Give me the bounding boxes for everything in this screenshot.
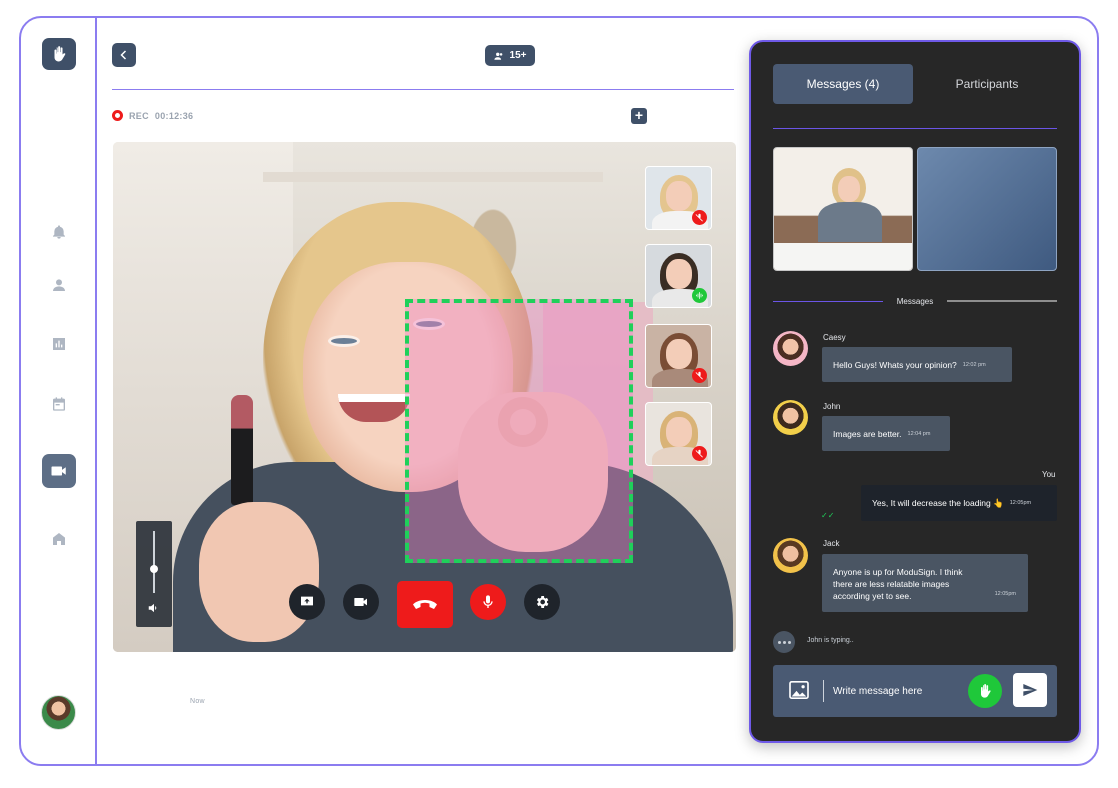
main-content: 15+ REC 00:12:36 + Now: [99, 18, 739, 764]
message-text: Yes, It will decrease the loading 👆: [872, 497, 1004, 508]
participant-face: [666, 417, 692, 447]
shared-image-preview[interactable]: [773, 147, 913, 271]
end-call-icon: [413, 599, 437, 609]
separator-line: [773, 300, 883, 302]
calendar-icon[interactable]: [48, 393, 70, 415]
mic-off-icon: [692, 210, 707, 225]
chart-icon[interactable]: [48, 333, 70, 355]
message-input[interactable]: [833, 679, 963, 703]
participants-count: 15+: [509, 50, 527, 61]
speaker-hand-left: [199, 502, 319, 642]
recording-indicator: REC 00:12:36: [112, 110, 193, 121]
bell-icon[interactable]: [48, 221, 70, 243]
hand-logo-icon: [981, 684, 991, 698]
participant-thumbnail[interactable]: [645, 166, 712, 230]
people-icon: [493, 52, 502, 60]
participant-face: [666, 181, 692, 211]
avatar[interactable]: [41, 695, 76, 730]
mic-off-icon: [692, 368, 707, 383]
message-bubble: Hello Guys! Whats your opinion? 12:02 pm: [822, 347, 1012, 382]
chat-panel: Messages (4) Participants Messages Caesy…: [749, 40, 1081, 743]
image-icon[interactable]: [789, 681, 809, 699]
settings-icon: [536, 596, 549, 608]
shared-image-placeholder[interactable]: [917, 147, 1057, 271]
camera-icon: [354, 598, 367, 606]
avatar[interactable]: [773, 331, 808, 366]
tab-messages[interactable]: Messages (4): [773, 64, 913, 104]
send-button[interactable]: [1013, 673, 1047, 707]
preview-face: [838, 176, 860, 202]
plus-icon[interactable]: +: [631, 108, 647, 124]
participants-count-badge[interactable]: 15+: [485, 45, 535, 66]
preview-desk: [774, 243, 912, 270]
back-button[interactable]: [112, 43, 136, 67]
hand-gesture-button[interactable]: [968, 674, 1002, 708]
volume-track: [153, 531, 155, 593]
participant-face: [666, 259, 692, 289]
record-dot-icon: [112, 110, 123, 121]
message-sender: Caesy: [823, 333, 846, 342]
composer-divider: [823, 680, 824, 702]
header-divider: [112, 89, 734, 90]
avatar[interactable]: [773, 400, 808, 435]
camera-button[interactable]: [343, 584, 379, 620]
tab-participants[interactable]: Participants: [917, 64, 1057, 104]
participant-thumbnail[interactable]: [645, 244, 712, 308]
read-receipt-icon: ✓✓: [821, 511, 835, 520]
volume-icon: [148, 603, 157, 613]
share-screen-icon: [301, 596, 313, 606]
separator-line: [947, 300, 1057, 302]
end-call-button[interactable]: [397, 581, 453, 628]
lipstick-image: [231, 395, 253, 505]
home-icon[interactable]: [48, 528, 70, 550]
message-bubble: Images are better. 12:04 pm: [822, 416, 950, 451]
message-bubble-own: Yes, It will decrease the loading 👆 12:0…: [861, 485, 1057, 521]
chevron-left-icon: [120, 50, 127, 60]
rec-label: REC: [129, 110, 149, 121]
gesture-detection-box: [405, 299, 633, 563]
timestamp-now: Now: [190, 698, 205, 705]
settings-button[interactable]: [524, 584, 560, 620]
typing-indicator-icon: [773, 631, 795, 653]
volume-knob[interactable]: [150, 565, 158, 573]
rec-time: 00:12:36: [154, 110, 194, 121]
mic-off-icon: [692, 446, 707, 461]
sound-wave-icon: [692, 288, 707, 303]
typing-indicator: John is typing..: [807, 637, 854, 644]
participant-thumbnail[interactable]: [645, 402, 712, 466]
message-time: 12:04 pm: [907, 430, 931, 437]
volume-slider[interactable]: [136, 521, 172, 627]
message-bubble: Anyone is up for ModuSign. I think there…: [822, 554, 1028, 612]
messages-section-label: Messages: [896, 296, 934, 306]
message-text: Images are better.: [833, 428, 902, 439]
message-sender: John: [823, 402, 841, 411]
video-background-shelf: [263, 172, 603, 182]
user-icon[interactable]: [48, 274, 70, 296]
message-text: Hello Guys! Whats your opinion?: [833, 359, 957, 370]
chat-header-divider: [773, 128, 1057, 129]
message-sender: Jack: [823, 539, 840, 548]
mic-button[interactable]: [470, 584, 506, 620]
share-screen-button[interactable]: [289, 584, 325, 620]
message-text: Anyone is up for ModuSign. I think there…: [833, 567, 963, 601]
main-video-feed: [113, 142, 736, 652]
hand-logo-icon[interactable]: [42, 38, 76, 70]
mic-icon: [483, 595, 493, 608]
messages-separator: Messages: [773, 294, 1057, 308]
avatar[interactable]: [773, 538, 808, 573]
message-composer: [773, 665, 1057, 717]
sidebar: [21, 18, 97, 764]
message-time: 12:05pm: [1009, 500, 1032, 506]
participant-thumbnail[interactable]: [645, 324, 712, 388]
video-icon[interactable]: [42, 454, 76, 488]
message-time: 12:02 pm: [962, 361, 986, 368]
preview-body: [818, 202, 882, 242]
message-sender-you: You: [1042, 470, 1056, 479]
message-time: 12:05pm: [994, 591, 1016, 597]
speaker-eye: [328, 335, 360, 347]
participant-face: [666, 339, 692, 369]
send-icon: [1023, 684, 1038, 696]
